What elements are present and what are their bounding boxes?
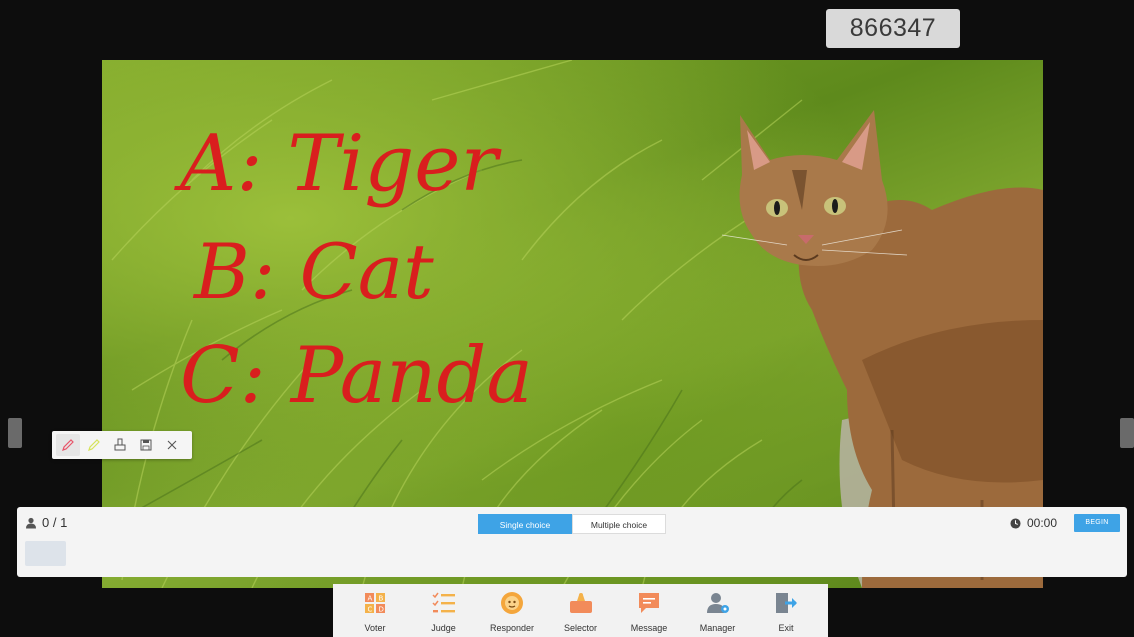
dock-item-selector[interactable]: Selector <box>553 584 609 637</box>
count-value: 0 / 1 <box>42 515 68 530</box>
message-icon <box>639 593 659 613</box>
dock-item-exit[interactable]: Exit <box>758 584 814 637</box>
room-code: 866347 <box>826 9 960 48</box>
dock-item-message[interactable]: Message <box>621 584 677 637</box>
save-icon <box>140 439 152 451</box>
svg-text:A: A <box>368 595 373 603</box>
vote-panel: 0 / 1 Single choice Multiple choice 00:0… <box>17 507 1127 577</box>
dock-label: Message <box>630 623 668 633</box>
timer: 00:00 <box>1010 516 1057 530</box>
handwriting-line: A: Tiger <box>174 119 502 209</box>
left-panel-handle[interactable] <box>8 418 22 448</box>
dock-item-manager[interactable]: Manager <box>690 584 746 637</box>
mode-tabs: Single choice Multiple choice <box>478 514 666 534</box>
person-icon <box>26 517 36 528</box>
responder-icon <box>501 592 523 614</box>
handwriting: A: Tiger B: Cat C: Panda <box>174 119 533 421</box>
close-toolbar-button[interactable] <box>160 434 184 456</box>
judge-icon <box>431 592 455 613</box>
dock-label: Selector <box>563 623 598 633</box>
participant-count: 0 / 1 <box>25 515 67 530</box>
svg-text:C: C <box>368 606 373 614</box>
clock-icon <box>1010 517 1021 529</box>
exit-icon <box>776 593 797 613</box>
handwriting-line: C: Panda <box>180 331 533 421</box>
tool-dock: A B C D Voter Judge Responder Selector M… <box>333 584 828 637</box>
dock-item-voter[interactable]: A B C D Voter <box>347 584 403 637</box>
pen-button[interactable] <box>56 434 80 456</box>
close-icon <box>167 440 177 450</box>
answer-slot[interactable] <box>25 541 66 566</box>
pen-icon <box>62 439 74 451</box>
svg-text:D: D <box>379 606 384 614</box>
dock-label: Voter <box>364 623 386 633</box>
dock-item-responder[interactable]: Responder <box>484 584 540 637</box>
right-panel-handle[interactable] <box>1120 418 1134 448</box>
dock-label: Responder <box>489 623 535 633</box>
save-button[interactable] <box>134 434 158 456</box>
begin-button[interactable]: BEGIN <box>1074 514 1120 532</box>
voter-icon: A B C D <box>365 593 385 614</box>
pen-toolbar <box>52 431 192 459</box>
highlighter-button[interactable] <box>82 434 106 456</box>
eraser-button[interactable] <box>108 434 132 456</box>
timer-value: 00:00 <box>1027 516 1058 530</box>
selector-icon <box>569 593 592 613</box>
dock-label: Manager <box>699 623 736 633</box>
manager-icon <box>706 593 729 613</box>
tab-single-choice[interactable]: Single choice <box>478 514 572 534</box>
svg-text:B: B <box>379 595 384 603</box>
dock-item-judge[interactable]: Judge <box>416 584 472 637</box>
tab-multiple-choice[interactable]: Multiple choice <box>572 514 666 534</box>
dock-label: Judge <box>431 623 456 633</box>
eraser-icon <box>114 438 126 451</box>
highlighter-icon <box>88 439 100 451</box>
handwriting-line: B: Cat <box>192 227 434 316</box>
dock-label: Exit <box>778 623 794 633</box>
